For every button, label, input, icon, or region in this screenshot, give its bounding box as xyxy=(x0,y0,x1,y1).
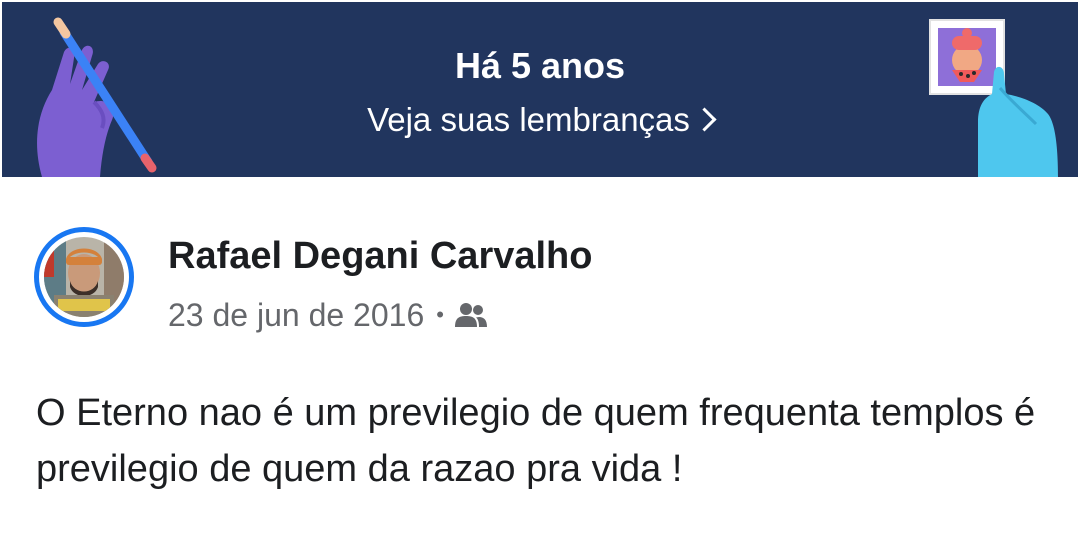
author-avatar[interactable] xyxy=(34,227,134,327)
post-meta: 23 de jun de 2016 • xyxy=(168,296,488,334)
post-body-text: O Eterno nao é um previlegio de quem fre… xyxy=(36,392,1036,490)
friends-icon[interactable] xyxy=(454,302,488,328)
memories-banner[interactable]: Há 5 anos Veja suas lembranças xyxy=(2,2,1078,177)
hand-with-pencil-illustration xyxy=(37,17,157,177)
avatar-photo xyxy=(44,237,124,317)
chevron-right-icon xyxy=(692,107,717,132)
memory-screen: Há 5 anos Veja suas lembranças Rafael De… xyxy=(0,0,1080,533)
hand-with-photo-illustration xyxy=(929,19,1058,177)
meta-separator: • xyxy=(436,302,444,327)
see-memories-label: Veja suas lembranças xyxy=(367,101,690,138)
post-date[interactable]: 23 de jun de 2016 xyxy=(168,296,424,334)
post-author-name[interactable]: Rafael Degani Carvalho xyxy=(168,234,592,278)
